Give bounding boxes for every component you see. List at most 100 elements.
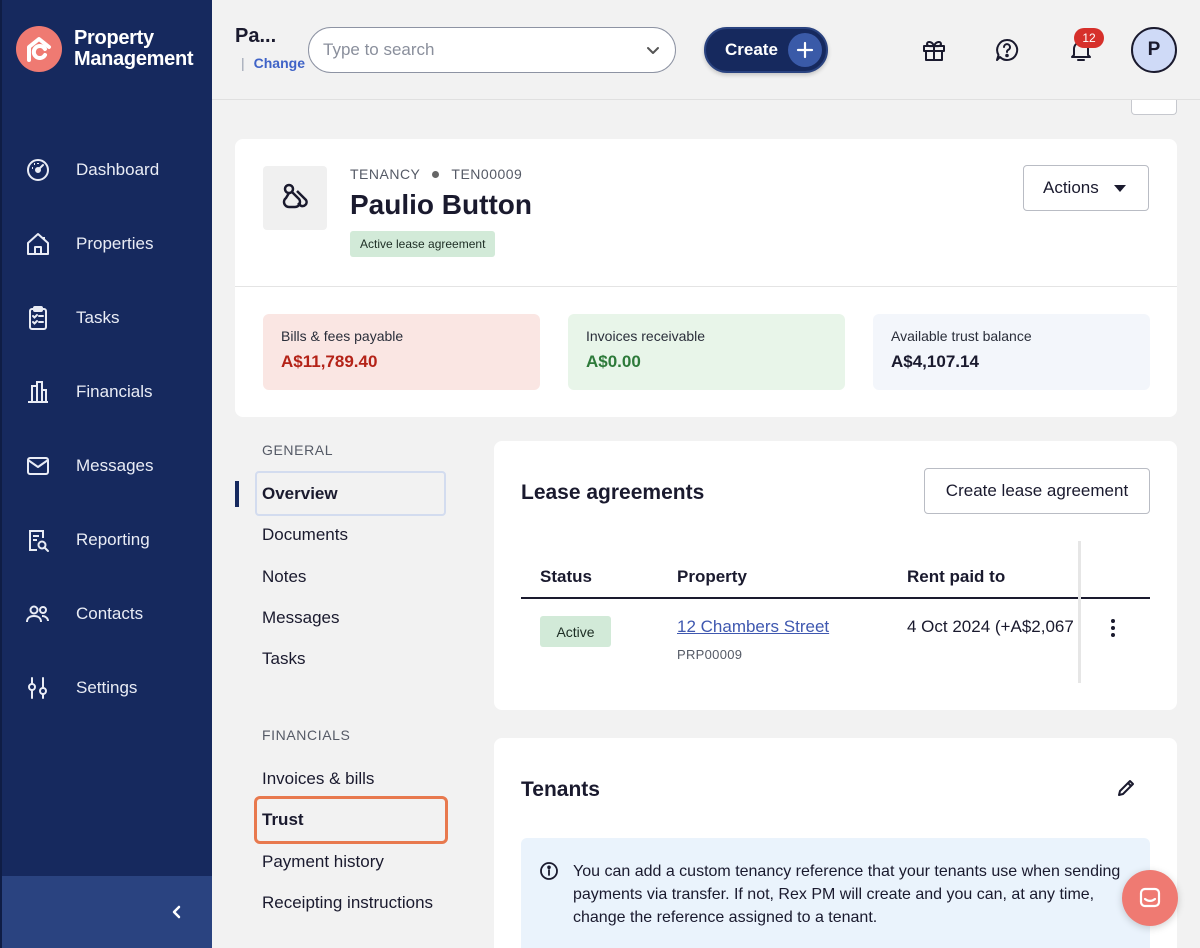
tenancy-reference: TEN00009 <box>451 166 523 182</box>
notification-count-badge: 12 <box>1074 28 1104 48</box>
sidebar-item-financials[interactable]: Financials <box>2 355 212 429</box>
actions-dropdown-button[interactable]: Actions <box>1023 165 1149 211</box>
subnav-item-notes[interactable]: Notes <box>262 567 306 587</box>
sidebar-item-reporting[interactable]: Reporting <box>2 503 212 577</box>
sidebar: Property Management Dashboard Properties… <box>0 0 212 948</box>
brand[interactable]: Property Management <box>16 26 194 72</box>
sidebar-item-label: Tasks <box>76 308 120 327</box>
caret-down-icon <box>1114 185 1126 192</box>
chat-launcher-button[interactable] <box>1122 870 1178 926</box>
stat-label: Invoices receivable <box>586 328 706 344</box>
column-header-property: Property <box>677 567 747 586</box>
people-icon <box>26 605 49 623</box>
clipboard-icon <box>29 306 47 330</box>
table-scroll-shadow <box>1078 541 1081 683</box>
subnav-item-documents[interactable]: Documents <box>262 525 348 545</box>
search-box[interactable] <box>308 27 676 73</box>
sidebar-item-label: Reporting <box>76 530 150 549</box>
stat-invoices-receivable[interactable]: Invoices receivable A$0.00 <box>568 314 845 390</box>
column-header-rent-paid-to: Rent paid to <box>907 567 1006 586</box>
sidebar-item-messages[interactable]: Messages <box>2 429 212 503</box>
sliders-icon <box>28 677 47 699</box>
actions-label: Actions <box>1043 178 1099 197</box>
tenants-card: Tenants You can add a custom tenancy ref… <box>494 738 1177 948</box>
bank-icon <box>28 381 48 403</box>
page-title: Paulio Button <box>350 189 532 220</box>
subnav-item-payment-history[interactable]: Payment history <box>262 852 384 872</box>
property-reference: PRP00009 <box>677 647 743 662</box>
create-button-label: Create <box>725 40 778 59</box>
sidebar-item-dashboard[interactable]: Dashboard <box>2 133 212 207</box>
stat-bills-fees-payable[interactable]: Bills & fees payable A$11,789.40 <box>263 314 540 390</box>
stat-value: A$0.00 <box>586 352 641 371</box>
top-header: Pa... Change Create 12 P <box>212 0 1200 100</box>
search-input[interactable] <box>323 40 645 60</box>
gift-icon[interactable] <box>920 36 948 64</box>
sidebar-item-label: Financials <box>76 382 153 401</box>
chevron-down-icon[interactable] <box>645 42 661 58</box>
sidebar-item-label: Properties <box>76 234 154 253</box>
status-badge: Active lease agreement <box>350 231 496 257</box>
brand-line-2: Management <box>74 48 194 70</box>
sidebar-item-properties[interactable]: Properties <box>2 207 212 281</box>
subnav-item-overview[interactable]: Overview <box>262 484 338 504</box>
column-header-status: Status <box>540 567 592 586</box>
help-icon[interactable] <box>993 36 1021 64</box>
chevron-left-icon <box>172 905 181 919</box>
sidebar-item-label: Messages <box>76 456 154 475</box>
info-callout: You can add a custom tenancy reference t… <box>521 838 1150 948</box>
table-header-divider <box>521 597 1150 599</box>
brand-line-1: Property <box>74 27 154 49</box>
section-title: Lease agreements <box>521 481 705 504</box>
keys-icon <box>263 166 327 230</box>
info-text: You can add a custom tenancy reference t… <box>573 863 1121 926</box>
sidebar-item-tasks[interactable]: Tasks <box>2 281 212 355</box>
sidebar-item-label: Settings <box>76 678 138 697</box>
mail-icon <box>27 457 49 475</box>
create-lease-agreement-button[interactable]: Create lease agreement <box>924 468 1150 514</box>
stat-label: Bills & fees payable <box>281 328 404 344</box>
chat-icon <box>1139 887 1161 908</box>
sidebar-item-label: Contacts <box>76 604 144 623</box>
status-badge: Active <box>540 616 611 647</box>
stat-value: A$11,789.40 <box>281 352 378 371</box>
tenancy-eyebrow: TENANCY TEN00009 <box>350 166 522 182</box>
active-indicator <box>235 481 239 507</box>
brand-logo-icon <box>16 26 62 72</box>
tenancy-type: TENANCY <box>350 166 421 182</box>
property-link[interactable]: 12 Chambers Street <box>677 617 829 637</box>
scroll-stub <box>1131 100 1177 115</box>
subnav-item-receipting-instructions[interactable]: Receipting instructions <box>262 893 433 913</box>
subnav-item-messages[interactable]: Messages <box>262 608 339 628</box>
separator-dot <box>432 170 440 178</box>
sidebar-item-settings[interactable]: Settings <box>2 651 212 725</box>
subnav-heading-financials: FINANCIALS <box>262 727 351 743</box>
dashboard-icon <box>27 159 49 181</box>
user-avatar[interactable]: P <box>1131 27 1177 73</box>
stat-value: A$4,107.14 <box>891 352 979 371</box>
sidebar-item-label: Dashboard <box>76 160 160 179</box>
stat-label: Available trust balance <box>891 328 1032 344</box>
more-options-icon[interactable] <box>1106 618 1120 638</box>
sidebar-nav: Dashboard Properties Tasks Financials Me… <box>2 133 212 725</box>
brand-name: Property Management <box>74 27 194 70</box>
report-search-icon <box>29 530 49 552</box>
subnav-item-tasks[interactable]: Tasks <box>262 649 305 669</box>
subnav-heading-general: GENERAL <box>262 442 334 458</box>
rent-paid-to: 4 Oct 2024 (+A$2,067 <box>907 617 1074 636</box>
edit-pencil-icon[interactable] <box>1115 777 1137 799</box>
agency-switcher: Pa... Change <box>235 25 305 71</box>
divider <box>235 286 1177 287</box>
tenancy-summary-card: TENANCY TEN00009 Paulio Button Active le… <box>235 139 1177 417</box>
create-button[interactable]: Create <box>704 27 828 73</box>
subnav-item-trust[interactable]: Trust <box>262 810 304 830</box>
section-title: Tenants <box>521 778 600 801</box>
change-agency-link[interactable]: Change <box>241 55 305 71</box>
subnav-item-invoices-bills[interactable]: Invoices & bills <box>262 769 374 789</box>
stat-available-trust-balance[interactable]: Available trust balance A$4,107.14 <box>873 314 1150 390</box>
agency-name: Pa... <box>235 25 277 47</box>
home-icon <box>27 233 49 255</box>
sidebar-item-contacts[interactable]: Contacts <box>2 577 212 651</box>
sidebar-collapse-button[interactable] <box>2 876 212 948</box>
info-icon <box>540 862 558 880</box>
